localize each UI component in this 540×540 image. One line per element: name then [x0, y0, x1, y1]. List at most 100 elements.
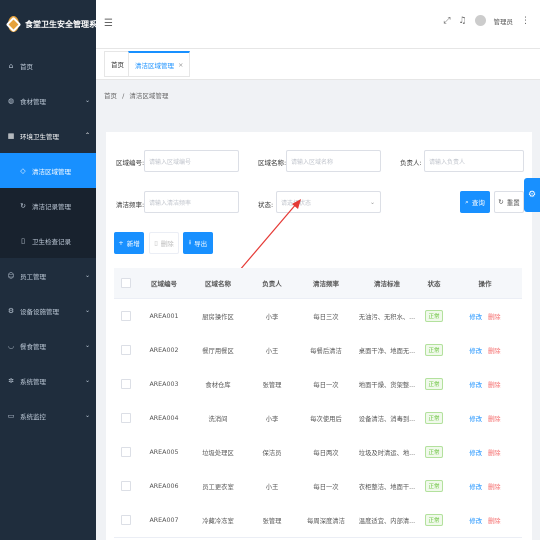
chevron-down-icon: ⌄ — [84, 272, 90, 279]
button-label: 导出 — [194, 240, 208, 248]
sidebar-item-staff[interactable]: ☺ 员工管理 ⌄ — [0, 258, 96, 293]
select-all-checkbox[interactable] — [121, 278, 131, 288]
delete-link[interactable]: 删除 — [488, 448, 501, 457]
sidebar-item-label: 员工管理 — [20, 272, 46, 281]
cell-code: AREA007 — [149, 516, 179, 524]
cell-standard: 无油污、无积水、... — [358, 313, 416, 321]
bell-icon[interactable]: ♫ — [458, 16, 466, 26]
delete-link[interactable]: 删除 — [488, 312, 501, 321]
row-checkbox[interactable] — [121, 345, 131, 355]
sidebar-item-label: 首页 — [20, 62, 33, 71]
status-cell: 正常 — [420, 435, 448, 469]
delete-link[interactable]: 删除 — [488, 516, 501, 525]
status-cell: 正常 — [420, 367, 448, 401]
edit-link[interactable]: 修改 — [469, 380, 482, 389]
cell-standard: 垃圾及时清运、地... — [358, 449, 416, 457]
sidebar-item-label: 系统管理 — [20, 377, 46, 386]
sidebar-item-environment[interactable]: ▦ 环境卫生管理 ⌃ — [0, 118, 96, 153]
owner-input[interactable]: 请输入负责人 — [424, 150, 524, 172]
breadcrumb-home[interactable]: 首页 — [104, 92, 117, 100]
monitor-icon: ▭ — [7, 411, 15, 420]
row-checkbox[interactable] — [121, 311, 131, 321]
cell-name: 冷藏冷冻室 — [202, 517, 234, 525]
status-badge: 正常 — [425, 480, 443, 492]
cell-name: 食材仓库 — [205, 381, 231, 389]
sidebar-item-monitor[interactable]: ▭ 系统监控 ⌄ — [0, 398, 96, 433]
sidebar-item-label: 清洁记录管理 — [32, 202, 71, 211]
cell-owner: 保洁员 — [262, 449, 282, 457]
hamburger-icon[interactable]: ☰ — [104, 18, 113, 29]
cell-code: AREA005 — [149, 448, 179, 456]
cell-freq: 每日一次 — [313, 381, 339, 389]
row-checkbox[interactable] — [121, 413, 131, 423]
sidebar-item-cleaning-area[interactable]: ◇ 清洁区域管理 — [0, 153, 96, 188]
fullscreen-icon[interactable]: ⤢ — [443, 16, 450, 26]
column-header: 操作 — [478, 280, 492, 288]
gear-icon: ⚙ — [527, 190, 537, 200]
delete-link[interactable]: 删除 — [488, 414, 501, 423]
cell-name: 员工更衣室 — [202, 483, 234, 491]
cell-standard: 地面干燥、货架整... — [358, 381, 416, 389]
area-code-input[interactable]: 请输入区域编号 — [144, 150, 239, 172]
table-row: AREA005 垃圾处理区 保洁员 每日两次 垃圾及时清运、地... 正常 修改 删除 — [114, 435, 522, 470]
row-checkbox[interactable] — [121, 447, 131, 457]
sidebar-item-hygiene-check[interactable]: ▯ 卫生检查记录 — [0, 223, 96, 258]
avatar[interactable] — [474, 15, 486, 26]
sidebar-item-system[interactable]: ✲ 系统管理 ⌄ — [0, 363, 96, 398]
edit-link[interactable]: 修改 — [469, 312, 482, 321]
delete-button[interactable]: ▯ 删除 — [149, 232, 179, 254]
sidebar-item-label: 环境卫生管理 — [20, 132, 59, 141]
cell-code: AREA004 — [149, 414, 179, 422]
sidebar-item-cleaning-record[interactable]: ↻ 清洁记录管理 — [0, 188, 96, 223]
actions-cell: 修改 删除 — [448, 435, 522, 469]
export-button[interactable]: ⭳ 导出 — [183, 232, 213, 254]
tab-home[interactable]: 首页 — [104, 51, 131, 77]
delete-link[interactable]: 删除 — [488, 346, 501, 355]
status-cell: 正常 — [420, 503, 448, 537]
status-badge: 正常 — [425, 412, 443, 424]
edit-link[interactable]: 修改 — [469, 448, 482, 457]
row-checkbox[interactable] — [121, 481, 131, 491]
column-header: 清洁标准 — [374, 280, 400, 288]
reset-button[interactable]: ↻ 重置 — [494, 191, 524, 213]
username[interactable]: 管理员 — [494, 16, 514, 26]
delete-link[interactable]: 删除 — [488, 482, 501, 491]
sidebar-item-ingredients[interactable]: ◍ 食材管理 ⌄ — [0, 83, 96, 118]
column-header: 负责人 — [262, 280, 282, 288]
checkbox-cell — [114, 469, 138, 503]
tab-label: 清洁区域管理 — [135, 61, 174, 70]
chevron-down-icon: ⌄ — [84, 97, 90, 104]
tab-bar: 首页 清洁区域管理 × — [96, 49, 540, 80]
edit-link[interactable]: 修改 — [469, 482, 482, 491]
status-badge: 正常 — [425, 344, 443, 356]
sidebar-item-label: 食材管理 — [20, 97, 46, 106]
settings-float-button[interactable]: ⚙ — [524, 178, 540, 212]
header-checkbox-cell — [114, 268, 138, 298]
sidebar-item-meals[interactable]: ◡ 餐食管理 ⌄ — [0, 328, 96, 363]
row-checkbox[interactable] — [121, 379, 131, 389]
area-name-input[interactable]: 请输入区域名称 — [286, 150, 381, 172]
edit-link[interactable]: 修改 — [469, 516, 482, 525]
actions-cell: 修改 删除 — [448, 367, 522, 401]
tab-cleaning-area[interactable]: 清洁区域管理 × — [128, 51, 191, 77]
grid-icon: ▦ — [7, 131, 15, 140]
freq-input[interactable]: 请输入清洁频率 — [144, 191, 239, 213]
cell-freq: 每周深度清洁 — [307, 517, 345, 525]
actions-cell: 修改 删除 — [448, 333, 522, 367]
edit-link[interactable]: 修改 — [469, 414, 482, 423]
more-icon[interactable]: ⋮ — [521, 16, 530, 26]
column-header: 清洁频率 — [313, 280, 339, 288]
chevron-down-icon: ⌄ — [84, 412, 90, 419]
row-checkbox[interactable] — [121, 515, 131, 525]
sidebar-item-equipment[interactable]: ⚙ 设备设施管理 ⌄ — [0, 293, 96, 328]
add-button[interactable]: + 新增 — [114, 232, 144, 254]
sidebar-item-label: 系统监控 — [20, 412, 46, 421]
query-button[interactable]: ⌕ 查询 — [460, 191, 490, 213]
sidebar-item-home[interactable]: ⌂ 首页 — [0, 48, 96, 83]
cell-freq: 每餐后清洁 — [310, 347, 342, 355]
edit-link[interactable]: 修改 — [469, 346, 482, 355]
close-icon[interactable]: × — [178, 61, 183, 69]
delete-link[interactable]: 删除 — [488, 380, 501, 389]
home-icon: ⌂ — [8, 61, 14, 70]
status-badge: 正常 — [425, 446, 443, 458]
